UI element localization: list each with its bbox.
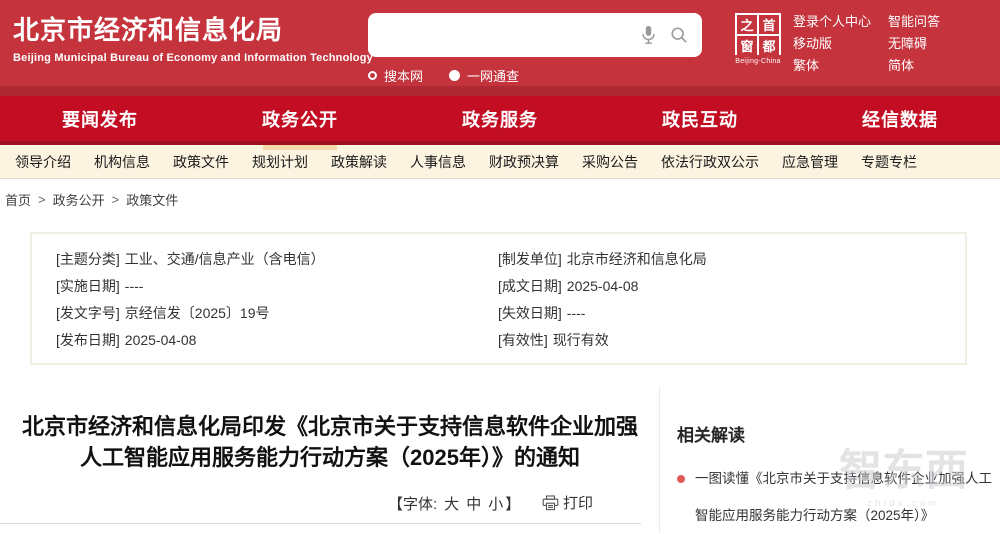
article-title: 北京市经济和信息化局印发《北京市关于支持信息软件企业加强人工智能应用服务能力行动… (21, 414, 638, 470)
meta-column-left: [主题分类] 工业、交通/信息产业（含电信） [实施日期] ---- [发文字号] 京… (32, 234, 490, 363)
search-box[interactable] (368, 13, 702, 57)
sidebar-separator (659, 387, 660, 533)
related-reading-panel: 相关解读 一图读懂《北京市关于支持信息软件企业加强人工智能应用服务能力行动方案（… (677, 421, 993, 534)
scope-label: 一网通查 (467, 69, 520, 84)
login-personal-center-link[interactable]: 登录个人中心 (793, 14, 871, 29)
subnav-procurement[interactable]: 采购公告 (582, 152, 638, 172)
subnav-dual-disclosure[interactable]: 依法行政双公示 (661, 152, 759, 172)
scope-label: 搜本网 (384, 69, 424, 84)
radio-filled-icon (449, 70, 461, 81)
breadcrumb-government-affairs[interactable]: 政务公开 (53, 190, 105, 209)
printer-icon (542, 494, 559, 511)
sub-nav: 领导介绍 机构信息 政策文件 规划计划 政策解读 人事信息 财政预决算 采购公告… (0, 145, 1000, 179)
site-header: 北京市经济和信息化局 Beijing Municipal Bureau of E… (0, 0, 1000, 96)
print-label: 打印 (563, 495, 594, 512)
search-scope-options: 搜本网 一网通查 (368, 66, 702, 85)
capital-window-logo[interactable]: 之 首 窗 都 Beijing-China (733, 13, 783, 65)
capital-window-seal-icon: 之 首 窗 都 (735, 13, 781, 55)
article-divider (0, 523, 641, 524)
search-area: 搜本网 一网通查 (368, 13, 702, 85)
subnav-special-topics[interactable]: 专题专栏 (861, 152, 917, 172)
font-size-large-button[interactable]: 大 (444, 493, 459, 514)
font-controls-prefix: 【字体: (388, 496, 438, 513)
site-subtitle: Beijing Municipal Bureau of Economy and … (13, 52, 373, 64)
breadcrumb-separator: > (111, 192, 120, 207)
nav-item-services[interactable]: 政务服务 (400, 96, 600, 141)
font-size-controls: 【字体: 大 中 小 】 (388, 493, 520, 514)
logo-char: 都 (759, 36, 779, 55)
header-links-column-1: 登录个人中心 移动版 繁体 (793, 14, 871, 73)
meta-issuing-unit: [制发单位] 北京市经济和信息化局 (498, 251, 707, 267)
mobile-version-link[interactable]: 移动版 (793, 36, 871, 51)
logo-char: 窗 (737, 36, 757, 55)
search-input[interactable] (380, 26, 627, 44)
breadcrumb-separator: > (38, 192, 46, 207)
breadcrumb-policy-documents[interactable]: 政策文件 (126, 190, 178, 209)
bullet-icon (677, 475, 685, 483)
breadcrumb: 首页 > 政务公开 > 政策文件 (5, 190, 178, 209)
meta-validity: [有效性] 现行有效 (498, 332, 609, 348)
nav-item-government-affairs[interactable]: 政务公开 (200, 96, 400, 141)
related-reading-link[interactable]: 一图读懂《北京市关于支持信息软件企业加强人工智能应用服务能力行动方案（2025年… (677, 460, 993, 534)
document-meta-box: [主题分类] 工业、交通/信息产业（含电信） [实施日期] ---- [发文字号] 京… (30, 232, 967, 365)
meta-implementation-date: [实施日期] ---- (56, 278, 144, 294)
subnav-policy-interpretation[interactable]: 政策解读 (331, 152, 387, 172)
breadcrumb-home[interactable]: 首页 (5, 190, 31, 209)
font-size-small-button[interactable]: 小 (488, 493, 503, 514)
font-controls-suffix: 】 (505, 496, 521, 513)
accessibility-link[interactable]: 无障碍 (888, 36, 940, 51)
meta-topic-category: [主题分类] 工业、交通/信息产业（含电信） (56, 251, 325, 267)
scope-one-net-search[interactable]: 一网通查 (449, 66, 519, 85)
subnav-organization[interactable]: 机构信息 (94, 152, 150, 172)
meta-written-date: [成文日期] 2025-04-08 (498, 278, 639, 294)
logo-caption: Beijing-China (735, 58, 781, 65)
radio-ring-icon (368, 71, 377, 80)
site-brand: 北京市经济和信息化局 Beijing Municipal Bureau of E… (13, 13, 373, 64)
main-nav: 要闻发布 政务公开 政务服务 政民互动 经信数据 (0, 96, 1000, 145)
traditional-chinese-link[interactable]: 繁体 (793, 58, 871, 73)
simplified-chinese-link[interactable]: 简体 (888, 58, 940, 73)
logo-char: 之 (737, 15, 757, 34)
microphone-icon[interactable] (641, 25, 656, 45)
nav-item-interaction[interactable]: 政民互动 (600, 96, 800, 141)
meta-expiry-date: [失效日期] ---- (498, 305, 586, 321)
print-button[interactable]: 打印 (542, 492, 593, 513)
logo-char: 首 (759, 15, 779, 34)
related-reading-link-text: 一图读懂《北京市关于支持信息软件企业加强人工智能应用服务能力行动方案（2025年… (695, 471, 992, 523)
meta-column-right: [制发单位] 北京市经济和信息化局 [成文日期] 2025-04-08 [失效日期]… (490, 234, 965, 363)
subnav-policy-documents[interactable]: 政策文件 (173, 152, 229, 172)
scope-search-site[interactable]: 搜本网 (368, 66, 423, 85)
subnav-personnel[interactable]: 人事信息 (410, 152, 466, 172)
smart-qa-link[interactable]: 智能问答 (888, 14, 940, 29)
subnav-budget[interactable]: 财政预决算 (489, 152, 559, 172)
nav-item-news[interactable]: 要闻发布 (0, 96, 200, 141)
header-links-column-2: 智能问答 无障碍 简体 (888, 14, 940, 73)
nav-item-data[interactable]: 经信数据 (800, 96, 1000, 141)
subnav-emergency[interactable]: 应急管理 (782, 152, 838, 172)
search-icon[interactable] (670, 26, 688, 44)
meta-publish-date: [发布日期] 2025-04-08 (56, 332, 197, 348)
subnav-leadership[interactable]: 领导介绍 (15, 152, 71, 172)
subnav-planning[interactable]: 规划计划 (252, 152, 308, 172)
site-title: 北京市经济和信息化局 (13, 15, 284, 45)
related-reading-heading: 相关解读 (677, 426, 745, 445)
font-size-medium-button[interactable]: 中 (466, 493, 481, 514)
meta-document-number: [发文字号] 京经信发〔2025〕19号 (56, 305, 270, 321)
